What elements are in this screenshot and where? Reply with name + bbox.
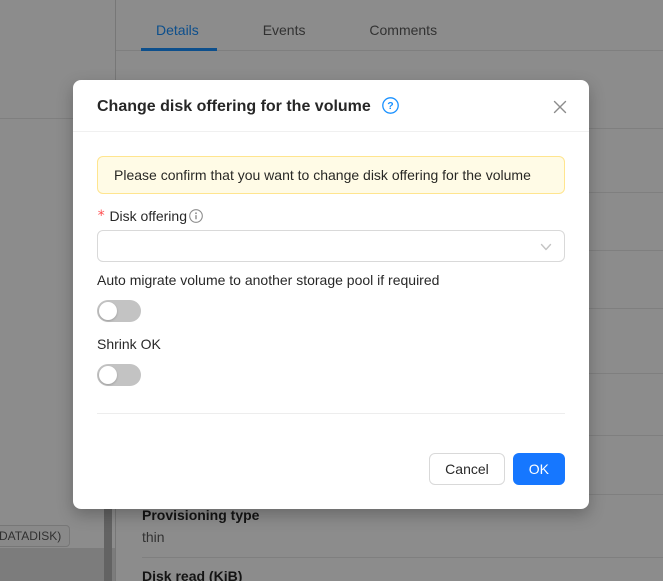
confirm-alert-text: Please confirm that you want to change d…: [114, 167, 531, 183]
footer-divider: [97, 413, 565, 414]
disk-offering-label-text: Disk offering: [109, 208, 187, 224]
info-circle-icon[interactable]: [189, 209, 203, 223]
change-disk-offering-modal: Change disk offering for the volume ? Pl…: [73, 80, 589, 509]
disk-offering-select[interactable]: [97, 230, 565, 262]
disk-offering-field-label: * Disk offering: [97, 208, 565, 224]
modal-footer: Cancel OK: [429, 453, 565, 485]
question-circle-icon[interactable]: ?: [382, 97, 399, 117]
modal-header: Change disk offering for the volume ?: [73, 80, 589, 132]
cancel-button[interactable]: Cancel: [429, 453, 505, 485]
required-mark: *: [97, 208, 105, 224]
ok-button[interactable]: OK: [513, 453, 565, 485]
confirm-alert: Please confirm that you want to change d…: [97, 156, 565, 194]
svg-text:?: ?: [387, 100, 393, 112]
shrink-ok-label: Shrink OK: [97, 336, 565, 352]
auto-migrate-toggle[interactable]: [97, 300, 141, 322]
chevron-down-icon: [539, 240, 553, 257]
toggle-knob: [99, 302, 117, 320]
modal-body: Please confirm that you want to change d…: [73, 132, 589, 414]
toggle-knob: [99, 366, 117, 384]
modal-title: Change disk offering for the volume: [97, 98, 371, 115]
close-icon[interactable]: [549, 96, 571, 118]
auto-migrate-label: Auto migrate volume to another storage p…: [97, 272, 565, 288]
shrink-ok-toggle[interactable]: [97, 364, 141, 386]
